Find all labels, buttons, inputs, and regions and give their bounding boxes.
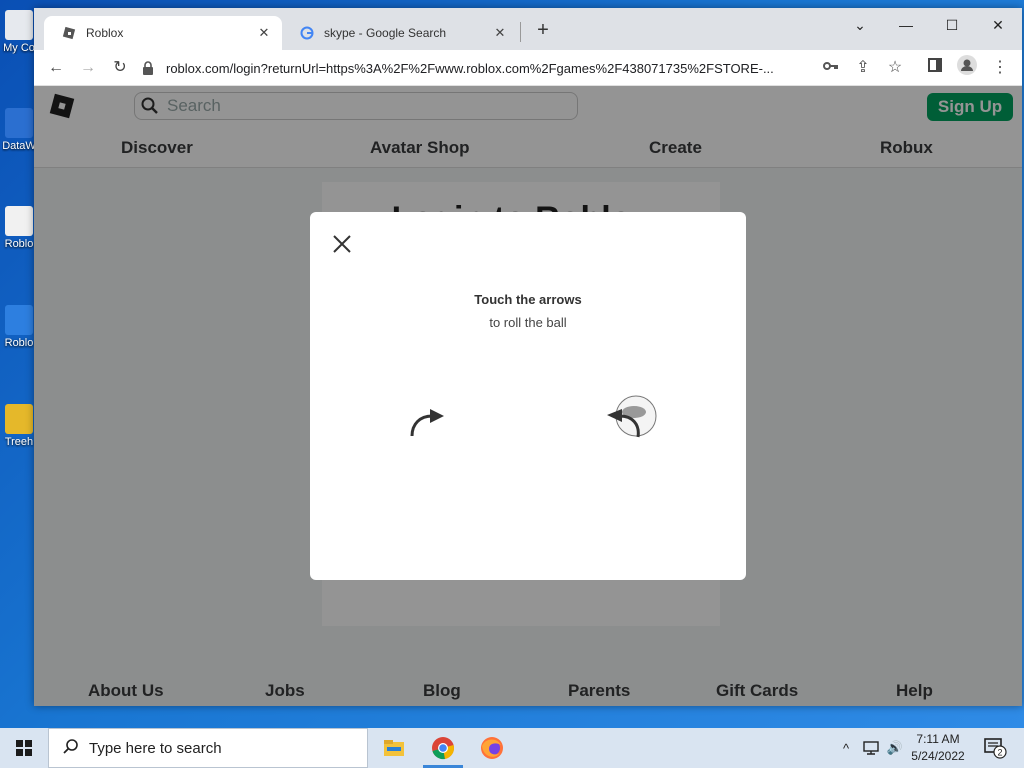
notification-count: 2 <box>997 748 1002 758</box>
desktop-icon-label: DataW <box>2 140 36 152</box>
tab-roblox[interactable]: Roblox ✕ <box>44 16 282 50</box>
desktop-icon-dataw[interactable]: DataW <box>2 108 36 152</box>
chrome-taskbar-icon[interactable] <box>419 728 467 768</box>
share-icon[interactable]: ⇪ <box>850 55 876 81</box>
roblox-app-icon <box>5 206 33 236</box>
firefox-taskbar-icon[interactable] <box>468 728 516 768</box>
back-button[interactable]: ← <box>43 55 69 81</box>
file-explorer-icon[interactable] <box>370 728 418 768</box>
url-text: roblox.com/login?returnUrl=https%3A%2F%2… <box>166 60 774 76</box>
reload-button[interactable]: ↻ <box>107 55 133 81</box>
tab-close-icon[interactable]: ✕ <box>492 25 508 41</box>
tab-google-search[interactable]: skype - Google Search ✕ <box>282 16 518 50</box>
taskbar-search-placeholder: Type here to search <box>89 739 222 757</box>
key-icon[interactable] <box>818 55 844 81</box>
clock-time: 7:11 AM <box>916 732 960 746</box>
captcha-modal: Touch the arrows to roll the ball <box>310 212 746 580</box>
notification-center-icon[interactable]: 2 <box>978 728 1012 768</box>
desktop-icon-label: Roblo <box>4 337 34 349</box>
roblox-favicon-icon <box>62 26 76 40</box>
side-panel-icon[interactable] <box>922 55 948 81</box>
captcha-title: Touch the arrows <box>474 292 582 307</box>
lock-icon <box>142 61 154 75</box>
new-tab-button[interactable]: + <box>532 20 554 42</box>
menu-kebab-icon[interactable]: ⋮ <box>987 55 1013 81</box>
address-bar[interactable]: roblox.com/login?returnUrl=https%3A%2F%2… <box>142 54 822 82</box>
bookmark-star-icon[interactable]: ☆ <box>882 55 908 81</box>
search-icon <box>63 738 79 759</box>
desktop-icon-label: Roblo <box>4 238 34 250</box>
network-icon[interactable] <box>860 728 882 768</box>
forward-button[interactable]: → <box>75 55 101 81</box>
tab-title: Roblox <box>86 26 124 40</box>
desktop-icon-roblox-2[interactable]: Roblo <box>2 305 36 349</box>
desktop-icon-roblox-1[interactable]: Roblo <box>2 206 36 250</box>
show-hidden-icons-chevron-icon[interactable]: ^ <box>836 728 856 768</box>
tab-separator <box>520 22 521 42</box>
rotate-left-arrow-with-ball-icon[interactable] <box>604 392 660 442</box>
browser-toolbar: ← → ↻ roblox.com/login?returnUrl=https%3… <box>34 50 1022 86</box>
desktop-icon-my-computer[interactable]: My Co <box>2 10 36 54</box>
maximize-button[interactable]: ☐ <box>929 12 975 38</box>
desktop-icon-label: My Co <box>3 42 35 54</box>
close-window-button[interactable]: ✕ <box>975 12 1021 38</box>
close-icon[interactable] <box>332 234 352 254</box>
desktop-icon-treehouse[interactable]: Treeh <box>2 404 36 448</box>
desktop-icon-label: Treeh <box>4 436 34 448</box>
tab-title: skype - Google Search <box>324 26 447 40</box>
computer-icon <box>5 10 33 40</box>
windows-taskbar: Type here to search ^ 🔊 7:11 AM 5/24/202… <box>0 728 1024 768</box>
tab-close-icon[interactable]: ✕ <box>256 25 272 41</box>
tab-strip: Roblox ✕ skype - Google Search ✕ + ⌄ — ☐… <box>34 8 1022 50</box>
taskbar-clock[interactable]: 7:11 AM 5/24/2022 <box>905 731 971 765</box>
clock-date: 5/24/2022 <box>911 749 965 763</box>
start-button[interactable] <box>0 728 48 768</box>
taskbar-search-input[interactable]: Type here to search <box>48 728 368 768</box>
minimize-button[interactable]: — <box>883 12 929 38</box>
captcha-subtitle: to roll the ball <box>489 315 567 330</box>
tab-search-chevron-icon[interactable]: ⌄ <box>837 12 883 38</box>
volume-icon[interactable]: 🔊 <box>884 728 906 768</box>
google-favicon-icon <box>300 26 314 40</box>
treehouse-icon <box>5 404 33 434</box>
app-icon <box>5 108 33 138</box>
roblox-studio-icon <box>5 305 33 335</box>
profile-avatar-icon[interactable] <box>954 55 980 81</box>
rotate-right-arrow-icon[interactable] <box>408 404 446 440</box>
